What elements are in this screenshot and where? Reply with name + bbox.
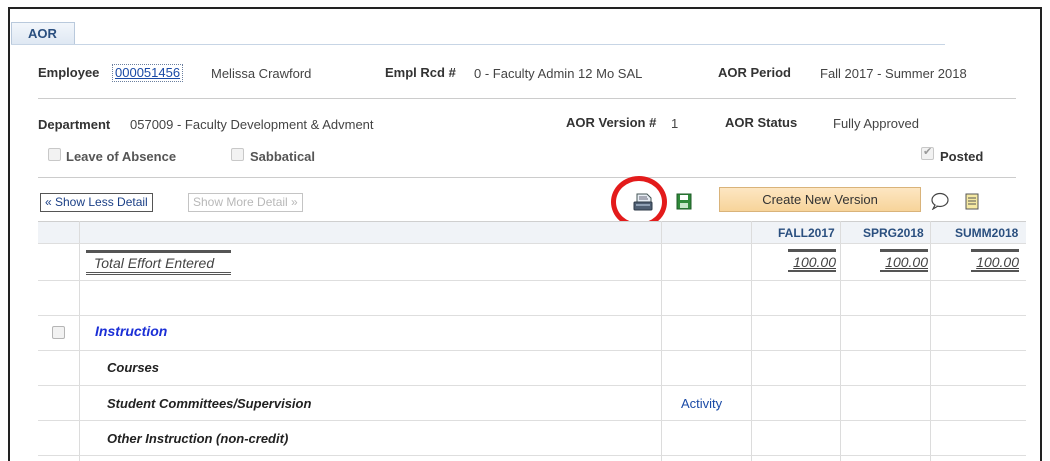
- toolbar-divider: [38, 177, 1016, 178]
- total-summ2018: 100.00: [971, 254, 1019, 272]
- grid-row-line: [38, 420, 1026, 421]
- create-new-version-button[interactable]: Create New Version: [719, 187, 921, 212]
- notes-icon[interactable]: [965, 193, 979, 210]
- total-top-bar: [971, 249, 1019, 252]
- activity-link[interactable]: Activity: [681, 396, 722, 411]
- grid-row-line: [38, 243, 1026, 244]
- grid-row-line: [38, 280, 1026, 281]
- posted-label: Posted: [940, 149, 984, 164]
- total-effort-label: Total Effort Entered: [86, 250, 231, 275]
- total-top-bar: [788, 249, 836, 252]
- grid-col-divider: [661, 221, 662, 461]
- department-label: Department: [38, 117, 111, 132]
- grid-row-line: [38, 385, 1026, 386]
- section-instruction: Instruction: [95, 323, 168, 339]
- leave-of-absence-checkbox[interactable]: [48, 148, 61, 161]
- comment-icon[interactable]: [930, 192, 950, 211]
- aor-version-label: AOR Version #: [566, 115, 657, 130]
- frame-top-border: [8, 7, 1042, 9]
- sabbatical-checkbox[interactable]: [231, 148, 244, 161]
- grid-col-divider: [79, 221, 80, 461]
- row-student-committees: Student Committees/Supervision: [107, 396, 312, 411]
- employee-label: Employee: [38, 65, 100, 80]
- column-header-summ2018: SUMM2018: [955, 226, 1019, 240]
- aor-status-label: AOR Status: [725, 115, 798, 130]
- total-top-bar: [880, 249, 928, 252]
- header-divider: [38, 98, 1016, 99]
- employee-id-link[interactable]: 000051456: [112, 64, 184, 82]
- aor-status-value: Fully Approved: [833, 116, 919, 131]
- column-header-sprg2018: SPRG2018: [863, 226, 924, 240]
- aor-version-value: 1: [671, 116, 679, 131]
- frame-left-border: [8, 7, 10, 461]
- aor-period-value: Fall 2017 - Summer 2018: [820, 66, 967, 81]
- grid-row-line: [38, 315, 1026, 316]
- show-more-detail-button: Show More Detail »: [188, 193, 303, 212]
- show-less-detail-button[interactable]: « Show Less Detail: [40, 193, 153, 212]
- leave-of-absence-label: Leave of Absence: [66, 149, 177, 164]
- grid-row-line: [38, 455, 1026, 456]
- empl-rcd-label: Empl Rcd #: [385, 65, 456, 80]
- empl-rcd-value: 0 - Faculty Admin 12 Mo SAL: [474, 66, 643, 81]
- save-icon[interactable]: [676, 193, 692, 210]
- total-fall2017: 100.00: [788, 254, 836, 272]
- row-other-instruction: Other Instruction (non-credit): [107, 431, 289, 446]
- aor-period-label: AOR Period: [718, 65, 791, 80]
- grid-col-divider: [751, 221, 752, 461]
- employee-name: Melissa Crawford: [211, 66, 312, 81]
- sabbatical-label: Sabbatical: [250, 149, 316, 164]
- row-courses: Courses: [107, 360, 160, 375]
- grid-col-divider: [930, 221, 931, 461]
- frame-right-border: [1040, 7, 1042, 461]
- tab-underline: [11, 44, 945, 45]
- posted-checkbox[interactable]: [921, 145, 934, 160]
- grid-col-divider: [840, 221, 841, 461]
- column-header-fall2017: FALL2017: [778, 226, 835, 240]
- total-sprg2018: 100.00: [880, 254, 928, 272]
- tab-aor[interactable]: AOR: [11, 22, 75, 44]
- department-value: 057009 - Faculty Development & Advment: [130, 117, 374, 132]
- grid-row-line: [38, 350, 1026, 351]
- instruction-select-checkbox[interactable]: [52, 326, 65, 339]
